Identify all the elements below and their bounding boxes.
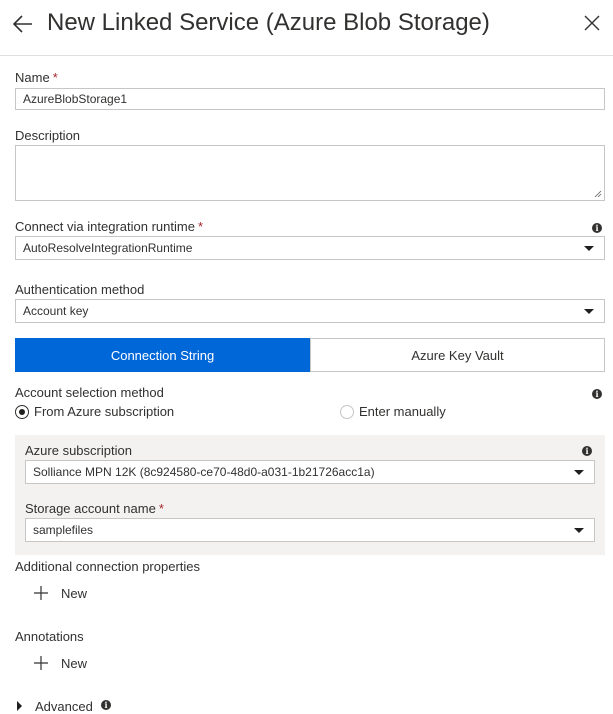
radio-from-subscription[interactable] bbox=[15, 405, 29, 419]
integration-runtime-label: Connect via integration runtime * bbox=[15, 219, 203, 234]
account-selection-label: Account selection method bbox=[15, 385, 164, 400]
tab-azure-key-vault[interactable]: Azure Key Vault bbox=[310, 338, 605, 372]
info-icon[interactable]: i bbox=[101, 700, 111, 710]
name-label: Name * bbox=[15, 70, 58, 85]
plus-icon[interactable] bbox=[33, 655, 49, 671]
required-marker: * bbox=[197, 219, 203, 234]
subscription-label: Azure subscription bbox=[25, 443, 132, 458]
chevron-down-icon bbox=[574, 470, 584, 475]
radio-enter-manually-label[interactable]: Enter manually bbox=[359, 404, 446, 419]
auth-method-select[interactable]: Account key bbox=[15, 299, 605, 323]
chevron-down-icon bbox=[574, 528, 584, 533]
auth-method-value: Account key bbox=[23, 304, 89, 318]
tab-connection-string[interactable]: Connection String bbox=[15, 338, 310, 372]
integration-runtime-select[interactable]: AutoResolveIntegrationRuntime bbox=[15, 236, 605, 260]
auth-method-label: Authentication method bbox=[15, 282, 145, 297]
storage-account-select[interactable]: samplefiles bbox=[25, 518, 595, 542]
chevron-down-icon bbox=[584, 246, 594, 251]
info-icon[interactable]: i bbox=[592, 223, 602, 233]
chevron-right-icon[interactable] bbox=[17, 701, 22, 711]
resize-grip-icon[interactable] bbox=[594, 190, 602, 198]
header-divider bbox=[0, 55, 613, 56]
radio-enter-manually[interactable] bbox=[340, 405, 354, 419]
advanced-toggle[interactable]: Advanced bbox=[35, 699, 93, 714]
storage-account-value: samplefiles bbox=[33, 523, 94, 537]
new-annotation-button[interactable]: New bbox=[61, 656, 87, 671]
description-label: Description bbox=[15, 128, 81, 143]
integration-runtime-value: AutoResolveIntegrationRuntime bbox=[23, 241, 193, 255]
required-marker: * bbox=[158, 501, 164, 516]
new-connection-property-button[interactable]: New bbox=[61, 586, 87, 601]
subscription-value: Solliance MPN 12K (8c924580-ce70-48d0-a0… bbox=[33, 465, 375, 479]
info-icon[interactable]: i bbox=[582, 446, 592, 456]
page-title: New Linked Service (Azure Blob Storage) bbox=[47, 9, 490, 36]
additional-props-label: Additional connection properties bbox=[15, 559, 201, 574]
description-textarea[interactable] bbox=[15, 145, 605, 201]
back-arrow-icon[interactable] bbox=[11, 12, 35, 36]
storage-account-label: Storage account name * bbox=[25, 501, 164, 516]
required-marker: * bbox=[52, 70, 58, 85]
name-input[interactable] bbox=[15, 88, 605, 110]
info-icon[interactable]: i bbox=[592, 389, 602, 399]
plus-icon[interactable] bbox=[33, 585, 49, 601]
subscription-select[interactable]: Solliance MPN 12K (8c924580-ce70-48d0-a0… bbox=[25, 460, 595, 484]
chevron-down-icon bbox=[584, 309, 594, 314]
close-icon[interactable] bbox=[583, 14, 601, 32]
annotations-label: Annotations bbox=[15, 629, 84, 644]
radio-from-subscription-label[interactable]: From Azure subscription bbox=[34, 404, 174, 419]
